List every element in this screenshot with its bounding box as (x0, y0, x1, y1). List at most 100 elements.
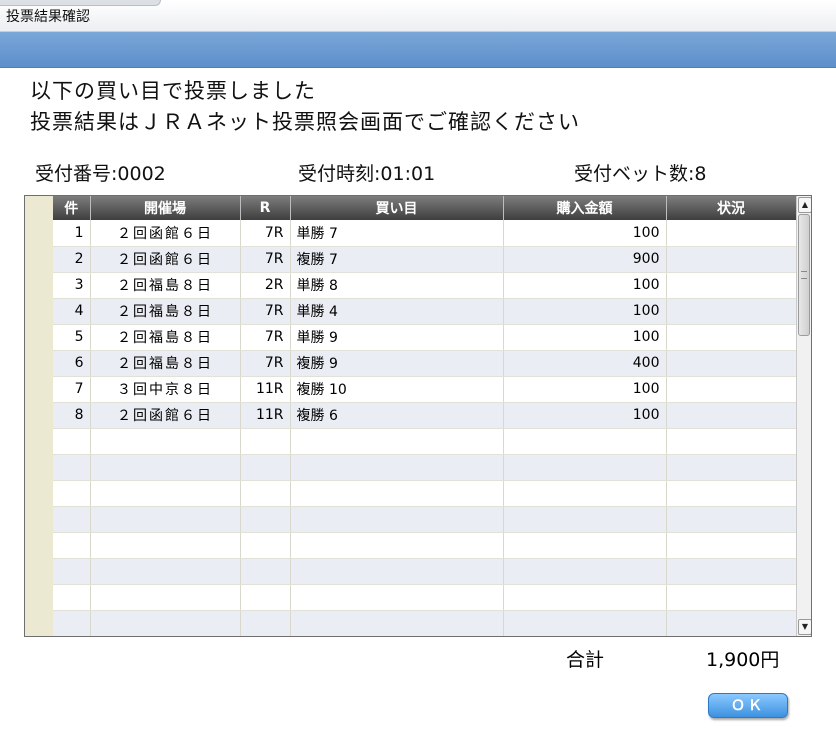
header-bet: 買い目 (290, 196, 504, 220)
cell-bet (290, 428, 504, 455)
table-row[interactable]: 5 ２回福島８日 7R 単勝 9 100 (53, 324, 797, 351)
table-row[interactable]: 8 ２回函館６日 11R 複勝 6 100 (53, 402, 797, 429)
cell-amount (503, 610, 667, 636)
table-row[interactable]: 7 ３回中京８日 11R 複勝 10 100 (53, 376, 797, 403)
row-gutter (25, 196, 53, 636)
cell-amount: 100 (503, 220, 667, 247)
cell-number: 8 (53, 402, 91, 429)
cell-number (53, 454, 91, 481)
cell-number (53, 584, 91, 611)
cell-race (240, 454, 291, 481)
bet-count: 受付ベット数:8 (574, 163, 707, 185)
cell-amount (503, 532, 667, 559)
cell-venue (90, 532, 241, 559)
cell-status (666, 532, 797, 559)
table-row[interactable] (53, 428, 797, 455)
cell-status (666, 506, 797, 533)
bet-results-grid: 件 開催場 R 買い目 購入金額 状況 1 ２回函館６日 7R 単勝 7 100 2 ２回函… (24, 195, 812, 637)
header-venue: 開催場 (90, 196, 241, 220)
bet-results-table: 件 開催場 R 買い目 購入金額 状況 1 ２回函館６日 7R 単勝 7 100 2 ２回函… (53, 196, 797, 636)
cell-number: 6 (53, 350, 91, 377)
cell-status (666, 558, 797, 585)
cell-venue (90, 506, 241, 533)
cell-status (666, 480, 797, 507)
cell-status (666, 324, 797, 351)
cell-number: 1 (53, 220, 91, 247)
cell-venue: ３回中京８日 (90, 376, 241, 403)
cell-number (53, 558, 91, 585)
table-header-row: 件 開催場 R 買い目 購入金額 状況 (53, 196, 797, 220)
scroll-up-arrow-icon[interactable]: ▲ (798, 197, 811, 213)
table-row[interactable] (53, 480, 797, 507)
table-row[interactable] (53, 584, 797, 611)
cell-bet (290, 480, 504, 507)
cell-status (666, 428, 797, 455)
scrollbar-thumb[interactable] (798, 214, 810, 336)
total-label: 合計 (566, 649, 605, 671)
cell-race: 2R (240, 272, 291, 299)
cell-amount (503, 480, 667, 507)
message-line-2: 投票結果はＪＲＡネット投票照会画面でご確認ください (30, 110, 580, 134)
cell-number: 5 (53, 324, 91, 351)
cell-bet: 複勝 10 (290, 376, 504, 403)
cell-amount (503, 506, 667, 533)
title-tab-edge (0, 0, 161, 6)
cell-bet: 複勝 6 (290, 402, 504, 429)
header-status: 状況 (666, 196, 797, 220)
cell-race (240, 584, 291, 611)
cell-bet: 単勝 7 (290, 220, 504, 247)
receipt-number: 受付番号:0002 (35, 163, 166, 185)
cell-bet: 複勝 7 (290, 246, 504, 273)
cell-number (53, 480, 91, 507)
cell-amount: 100 (503, 298, 667, 325)
cell-number (53, 532, 91, 559)
cell-status (666, 402, 797, 429)
cell-amount: 100 (503, 324, 667, 351)
table-row[interactable]: 2 ２回函館６日 7R 複勝 7 900 (53, 246, 797, 273)
window-title: 投票結果確認 (6, 9, 90, 25)
cell-venue (90, 558, 241, 585)
table-row[interactable]: 4 ２回福島８日 7R 単勝 4 100 (53, 298, 797, 325)
cell-status (666, 246, 797, 273)
table-row[interactable] (53, 506, 797, 533)
cell-amount: 100 (503, 402, 667, 429)
cell-amount: 100 (503, 272, 667, 299)
cell-status (666, 298, 797, 325)
table-row[interactable]: 6 ２回福島８日 7R 複勝 9 400 (53, 350, 797, 377)
header-race: R (240, 196, 291, 220)
table-row[interactable] (53, 454, 797, 481)
cell-number (53, 506, 91, 533)
total-value: 1,900円 (706, 649, 780, 671)
cell-bet: 複勝 9 (290, 350, 504, 377)
cell-venue (90, 428, 241, 455)
cell-number: 4 (53, 298, 91, 325)
scroll-down-arrow-icon[interactable]: ▼ (798, 619, 811, 635)
cell-bet: 単勝 4 (290, 298, 504, 325)
cell-number (53, 428, 91, 455)
cell-amount (503, 454, 667, 481)
cell-race: 7R (240, 324, 291, 351)
cell-race (240, 428, 291, 455)
cell-venue: ２回函館６日 (90, 246, 241, 273)
cell-race: 7R (240, 298, 291, 325)
table-row[interactable]: 1 ２回函館６日 7R 単勝 7 100 (53, 220, 797, 247)
scroll-grip-icon (801, 271, 807, 279)
cell-bet (290, 454, 504, 481)
cell-race: 11R (240, 376, 291, 403)
table-row[interactable]: 3 ２回福島８日 2R 単勝 8 100 (53, 272, 797, 299)
cell-race: 7R (240, 220, 291, 247)
cell-race: 11R (240, 402, 291, 429)
table-row[interactable] (53, 558, 797, 585)
cell-race (240, 506, 291, 533)
receipt-time: 受付時刻:01:01 (298, 163, 436, 185)
vertical-scrollbar[interactable]: ▲ ▼ (796, 196, 811, 636)
header-amount: 購入金額 (503, 196, 667, 220)
cell-venue (90, 584, 241, 611)
table-row[interactable] (53, 610, 797, 636)
table-row[interactable] (53, 532, 797, 559)
cell-bet (290, 610, 504, 636)
cell-amount (503, 428, 667, 455)
cell-venue (90, 454, 241, 481)
ok-button[interactable]: ＯＫ (708, 693, 788, 718)
cell-number: 3 (53, 272, 91, 299)
